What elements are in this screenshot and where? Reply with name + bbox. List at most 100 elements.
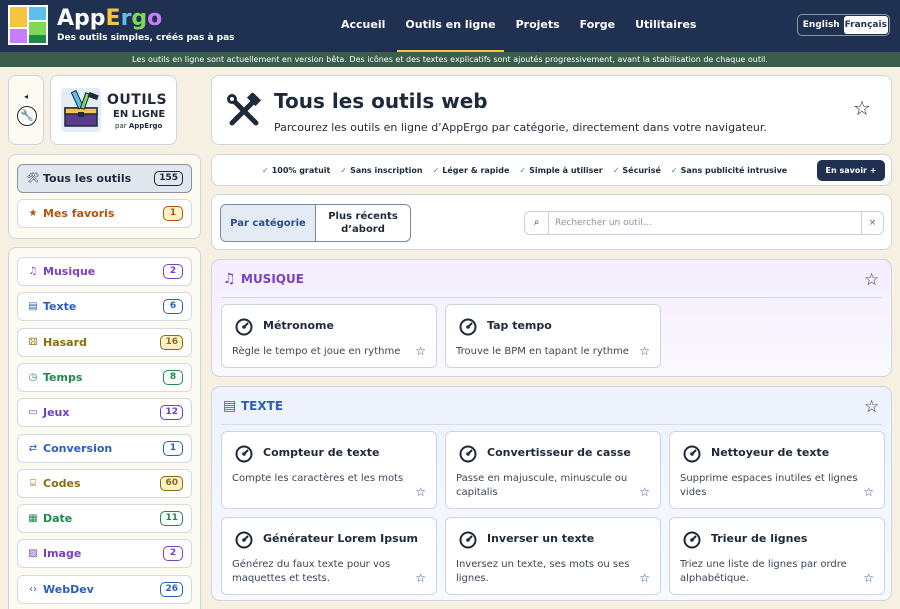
tool-card-metronome[interactable]: Métronome Règle le tempo et joue en rythm…: [221, 304, 437, 368]
tool-card-compteur-de-texte[interactable]: Compteur de texte Compte les caractères e…: [221, 431, 437, 509]
section-musique: ♫ MUSIQUE ☆ Métronome Règle le tempo et joue…: [211, 259, 892, 377]
tool-card-inverser-un-texte[interactable]: Inverser un texte Inversez un texte, ses …: [445, 517, 661, 595]
feature-label: 100% gratuit: [271, 166, 331, 175]
sidebar-item-tous-les-outils[interactable]: 🛠 Tous les outils 155: [17, 164, 192, 193]
nav-link-projets[interactable]: Projets: [508, 0, 568, 52]
tool-name: Générateur Lorem Ipsum: [263, 532, 418, 545]
lang-option-english[interactable]: English: [799, 16, 844, 34]
check-icon: ✓: [432, 166, 440, 175]
logo-line1: OUTILS: [107, 92, 168, 108]
count-badge: 26: [160, 581, 183, 597]
sidebar-item-webdev[interactable]: ‹› WebDev 26: [17, 574, 192, 604]
favorite-star-icon[interactable]: ☆: [639, 345, 650, 357]
tab-by-category[interactable]: Par catégorie: [221, 205, 316, 241]
tool-description: Inversez un texte, ses mots ou ses ligne…: [456, 559, 630, 584]
tool-description: Triez une liste de lignes par ordre alph…: [680, 559, 847, 584]
count-badge: 1: [163, 206, 183, 221]
tools-icon: [227, 93, 262, 126]
sidebar-collapse-panel[interactable]: ◂ 🔧: [8, 75, 44, 145]
search-input[interactable]: ⌕ Rechercher un outil... ×: [524, 211, 884, 235]
section-favorite-star-icon[interactable]: ☆: [864, 399, 879, 416]
count-badge: 11: [160, 511, 183, 527]
page-title: Tous les outils web: [274, 89, 488, 113]
tool-description: Règle le tempo et joue en rythme: [232, 346, 401, 357]
sidebar-item-hasard[interactable]: ⚄ Hasard 16: [17, 327, 192, 357]
tool-description: Passe en majuscule, minuscule ou capital…: [456, 473, 628, 498]
sort-tabs: Par catégorie Plus récents d’abord: [220, 204, 411, 242]
tool-card-tap-tempo[interactable]: Tap tempo Trouve le BPM en tapant le ryth…: [445, 304, 661, 368]
favorite-star-icon[interactable]: ☆: [853, 98, 871, 118]
tool-card-generateur-lorem-ipsum[interactable]: Générateur Lorem Ipsum Générez du faux te…: [221, 517, 437, 595]
tool-card-convertisseur-de-casse[interactable]: Convertisseur de casse Passe en majuscule…: [445, 431, 661, 509]
collapse-arrow-icon[interactable]: ◂: [9, 92, 43, 101]
tool-name: Convertisseur de casse: [487, 446, 631, 459]
feature-item: ✓ Sécurisé: [613, 166, 661, 175]
tool-name: Inverser un texte: [487, 532, 595, 545]
main-nav: Accueil Outils en ligne Projets Forge Utilit…: [333, 0, 708, 52]
sidebar-item-temps[interactable]: ◷ Temps 8: [17, 362, 192, 392]
learn-more-button[interactable]: En savoir +: [817, 160, 885, 181]
gamepad-icon: ▭: [28, 407, 38, 419]
tool-name: Compteur de texte: [263, 446, 380, 459]
document-icon: ▤: [223, 398, 237, 414]
sidebar-item-jeux[interactable]: ▭ Jeux 12: [17, 398, 192, 428]
favorite-star-icon[interactable]: ☆: [863, 572, 874, 584]
online-tools-logo[interactable]: OUTILS EN LIGNE par AppErgo: [50, 75, 177, 145]
tool-description: Compte les caractères et les mots: [232, 473, 404, 484]
sidebar-item-conversion[interactable]: ⇄ Conversion 1: [17, 433, 192, 463]
nav-link-accueil[interactable]: Accueil: [333, 0, 393, 52]
wrench-icon[interactable]: 🔧: [17, 106, 37, 126]
sidebar-item-texte[interactable]: ▤ Texte 6: [17, 292, 192, 322]
check-icon: ✓: [262, 166, 269, 175]
tool-name: Tap tempo: [487, 319, 552, 332]
tool-card-trieur-de-lignes[interactable]: Trieur de lignes Triez une liste de ligne…: [669, 517, 885, 595]
brand-name[interactable]: AppErgo: [57, 5, 162, 33]
sidebar-item-musique[interactable]: ♫ Musique 2: [17, 257, 192, 286]
image-icon: ▨: [28, 548, 38, 560]
count-badge: 6: [163, 299, 183, 315]
check-icon: ✓: [612, 166, 620, 175]
dice-icon: ⚄: [28, 336, 38, 348]
sidebar-item-date[interactable]: ▦ Date 11: [17, 504, 192, 534]
tool-card-nettoyeur-de-texte[interactable]: Nettoyeur de texte Supprime espaces inuti…: [669, 431, 885, 509]
logo-line2: EN LIGNE: [113, 109, 166, 120]
music-note-icon: ♫: [223, 271, 236, 287]
tool-name: Trieur de lignes: [711, 532, 808, 545]
favorite-star-icon[interactable]: ☆: [863, 486, 874, 498]
count-badge: 16: [160, 334, 183, 350]
sidebar-category-panel: ♫ Musique 2 ▤ Texte 6 ⚄ Hasard 16 ◷ Temps 8 ▭ Jeux 12 ⇄…: [8, 247, 201, 609]
nav-link-forge[interactable]: Forge: [572, 0, 623, 52]
sidebar-item-codes[interactable]: ⌸ Codes 60: [17, 468, 192, 498]
nav-link-utilitaires[interactable]: Utilitaires: [627, 0, 704, 52]
filter-panel: Par catégorie Plus récents d’abord ⌕ Rec…: [211, 194, 892, 250]
favorite-star-icon[interactable]: ☆: [639, 572, 650, 584]
favorite-star-icon[interactable]: ☆: [639, 486, 650, 498]
search-placeholder: Rechercher un outil...: [555, 218, 652, 228]
sidebar-item-mes-favoris[interactable]: ★ Mes favoris 1: [17, 199, 192, 228]
sidebar-item-label: Tous les outils: [43, 172, 132, 185]
clear-search-button[interactable]: ×: [861, 212, 883, 234]
language-switcher: English Français: [797, 14, 890, 36]
barcode-icon: ⌸: [30, 477, 36, 489]
section-title: ▤ TEXTE: [223, 398, 283, 414]
appergo-logo[interactable]: [8, 5, 48, 45]
nav-link-outils-en-ligne[interactable]: Outils en ligne: [397, 0, 504, 52]
gauge-icon: [683, 531, 701, 549]
favorite-star-icon[interactable]: ☆: [415, 345, 426, 357]
section-favorite-star-icon[interactable]: ☆: [864, 272, 879, 289]
sidebar-item-label: Jeux: [43, 406, 70, 420]
sidebar-primary-panel: 🛠 Tous les outils 155 ★ Mes favoris 1: [8, 154, 201, 239]
sidebar-item-label: Mes favoris: [43, 207, 115, 220]
feature-label: Simple à utiliser: [529, 166, 603, 175]
gauge-icon: [683, 445, 701, 463]
tab-most-recent[interactable]: Plus récents d’abord: [316, 205, 410, 241]
section-title: ♫ MUSIQUE: [223, 271, 304, 287]
hero-panel: Tous les outils web Parcourez les outils…: [211, 75, 892, 145]
sidebar-item-image[interactable]: ▨ Image 2: [17, 539, 192, 569]
logo-byline: par AppErgo: [115, 122, 163, 130]
sidebar-item-label: Temps: [43, 370, 83, 384]
gauge-icon: [235, 318, 253, 336]
favorite-star-icon[interactable]: ☆: [415, 486, 426, 498]
lang-option-francais[interactable]: Français: [843, 16, 888, 34]
favorite-star-icon[interactable]: ☆: [415, 572, 426, 584]
